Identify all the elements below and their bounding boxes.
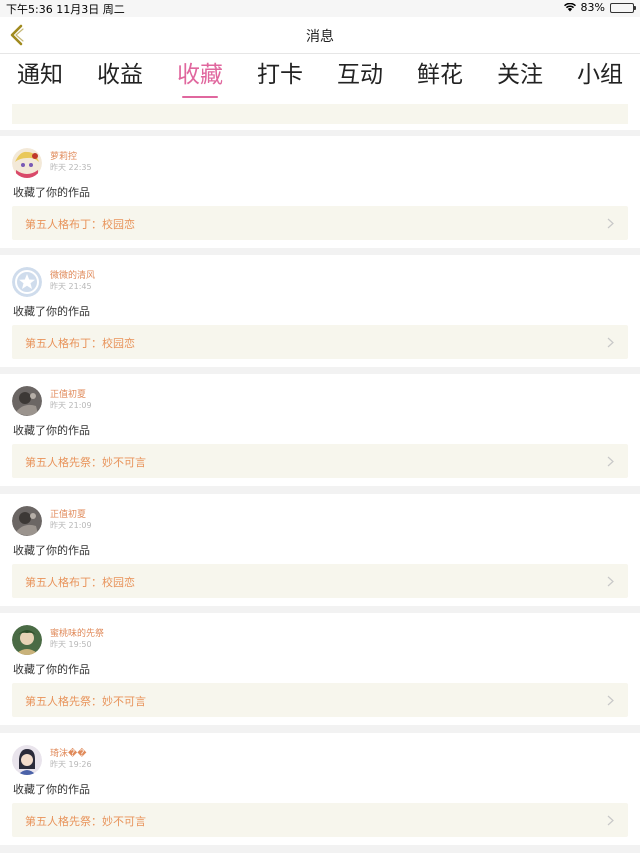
list-item-partial <box>0 104 640 130</box>
chevron-right-icon <box>607 456 614 467</box>
avatar[interactable] <box>12 506 42 536</box>
battery-percent: 83% <box>580 1 605 14</box>
chevron-right-icon <box>607 695 614 706</box>
timestamp: 昨天 21:09 <box>50 401 92 410</box>
avatar[interactable] <box>12 625 42 655</box>
username[interactable]: 正值初夏 <box>50 387 86 400</box>
work-link[interactable]: 第五人格布丁：校园恋 <box>12 564 628 598</box>
battery-icon <box>610 2 636 13</box>
tab-favorites[interactable]: 收藏 <box>160 54 240 104</box>
status-bar: 下午5:36 11月3日 周二 83% <box>0 0 640 17</box>
avatar[interactable] <box>12 148 42 178</box>
username[interactable]: 微微的清风 <box>50 268 95 281</box>
action-text: 收藏了你的作品 <box>13 186 90 199</box>
list-item: 萝莉控 昨天 22:35 收藏了你的作品 第五人格布丁：校园恋 <box>0 136 640 248</box>
tab-notice[interactable]: 通知 <box>0 54 80 104</box>
tab-follow[interactable]: 关注 <box>480 54 560 104</box>
avatar[interactable] <box>12 745 42 775</box>
action-text: 收藏了你的作品 <box>13 544 90 557</box>
avatar[interactable] <box>12 386 42 416</box>
timestamp: 昨天 19:26 <box>50 760 92 769</box>
timestamp: 昨天 21:45 <box>50 282 92 291</box>
nav-bar: 消息 <box>0 17 640 54</box>
username[interactable]: 萝莉控 <box>50 149 77 162</box>
tab-interaction[interactable]: 互动 <box>320 54 400 104</box>
work-title: 第五人格先祭：妙不可言 <box>25 695 146 708</box>
wifi-icon <box>563 3 576 12</box>
message-list[interactable]: 萝莉控 昨天 22:35 收藏了你的作品 第五人格布丁：校园恋 微微的清风 昨天… <box>0 104 640 853</box>
chevron-right-icon <box>607 337 614 348</box>
work-title: 第五人格布丁：校园恋 <box>25 218 135 231</box>
timestamp: 昨天 19:50 <box>50 640 92 649</box>
list-item: 蜜桃味的先祭 昨天 19:50 收藏了你的作品 第五人格先祭：妙不可言 <box>0 613 640 725</box>
chevron-right-icon <box>607 218 614 229</box>
username[interactable]: 蜜桃味的先祭 <box>50 626 104 639</box>
tab-earnings[interactable]: 收益 <box>80 54 160 104</box>
work-title: 第五人格布丁：校园恋 <box>25 337 135 350</box>
timestamp: 昨天 22:35 <box>50 163 92 172</box>
list-item: 正值初夏 昨天 21:09 收藏了你的作品 第五人格布丁：校园恋 <box>0 494 640 606</box>
tab-group[interactable]: 小组 <box>560 54 640 104</box>
action-text: 收藏了你的作品 <box>13 424 90 437</box>
status-time-date: 下午5:36 11月3日 周二 <box>6 3 125 16</box>
page-title: 消息 <box>306 29 334 45</box>
action-text: 收藏了你的作品 <box>13 783 90 796</box>
status-right: 83% <box>563 1 636 14</box>
work-link[interactable]: 第五人格布丁：校园恋 <box>12 206 628 240</box>
work-title: 第五人格先祭：妙不可言 <box>25 456 146 469</box>
work-title: 第五人格先祭：妙不可言 <box>25 815 146 828</box>
list-item: 琦沫�� 昨天 19:26 收藏了你的作品 第五人格先祭：妙不可言 <box>0 733 640 845</box>
list-item: 正值初夏 昨天 21:09 收藏了你的作品 第五人格先祭：妙不可言 <box>0 374 640 486</box>
tab-bar: 通知 收益 收藏 打卡 互动 鲜花 关注 小组 <box>0 54 640 104</box>
username[interactable]: 正值初夏 <box>50 507 86 520</box>
timestamp: 昨天 21:09 <box>50 521 92 530</box>
work-link-partial[interactable] <box>12 104 628 124</box>
chevron-right-icon <box>607 815 614 826</box>
action-text: 收藏了你的作品 <box>13 305 90 318</box>
work-title: 第五人格布丁：校园恋 <box>25 576 135 589</box>
work-link[interactable]: 第五人格布丁：校园恋 <box>12 325 628 359</box>
tab-checkin[interactable]: 打卡 <box>240 54 320 104</box>
username[interactable]: 琦沫�� <box>50 746 86 759</box>
chevron-right-icon <box>607 576 614 587</box>
action-text: 收藏了你的作品 <box>13 663 90 676</box>
work-link[interactable]: 第五人格先祭：妙不可言 <box>12 444 628 478</box>
list-item: 微微的清风 昨天 21:45 收藏了你的作品 第五人格布丁：校园恋 <box>0 255 640 367</box>
avatar[interactable] <box>12 267 42 297</box>
work-link[interactable]: 第五人格先祭：妙不可言 <box>12 803 628 837</box>
tab-flowers[interactable]: 鲜花 <box>400 54 480 104</box>
work-link[interactable]: 第五人格先祭：妙不可言 <box>12 683 628 717</box>
